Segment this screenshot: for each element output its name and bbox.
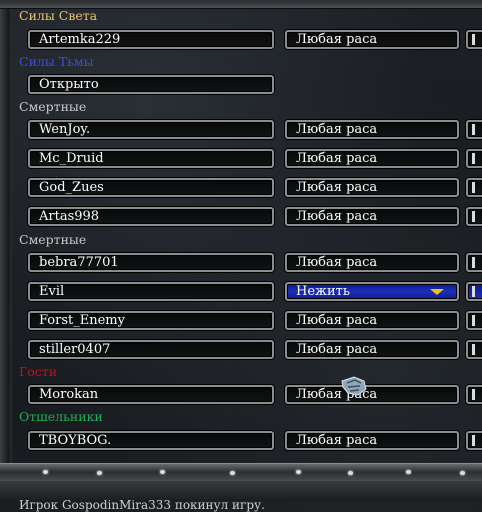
rivet-icon <box>160 470 165 474</box>
race-select-9[interactable]: Любая раса <box>285 311 459 330</box>
team-select-4[interactable] <box>466 149 482 168</box>
team-select-11[interactable] <box>466 385 482 404</box>
bottom-frame-rail <box>0 463 482 483</box>
team-select-3[interactable] <box>466 120 482 139</box>
group-label-mortals-2: Смертные <box>19 232 87 247</box>
race-select-1[interactable]: Любая раса <box>285 30 459 49</box>
player-slot-8[interactable]: Evil <box>28 282 274 301</box>
team-marker <box>472 286 475 297</box>
rivet-icon <box>230 471 235 475</box>
team-select-7[interactable] <box>466 253 482 272</box>
race-select-7[interactable]: Любая раса <box>285 253 459 272</box>
team-marker <box>472 153 475 164</box>
race-select-5[interactable]: Любая раса <box>285 178 459 197</box>
team-select-1[interactable] <box>466 30 482 49</box>
race-select-11[interactable]: Любая раса <box>285 385 459 404</box>
group-label-dark: Силы Тьмы <box>19 54 94 69</box>
rivet-icon <box>43 470 48 474</box>
team-marker <box>472 34 475 45</box>
team-marker <box>472 257 475 268</box>
player-slot-7[interactable]: bebra77701 <box>28 253 274 272</box>
player-slot-6[interactable]: Artas998 <box>28 207 274 226</box>
rivet-icon <box>460 471 465 475</box>
team-marker <box>472 124 475 135</box>
race-select-6[interactable]: Любая раса <box>285 207 459 226</box>
group-label-mortals-1: Смертные <box>19 99 87 114</box>
group-label-guests: Гости <box>19 364 58 379</box>
race-select-8-selected[interactable]: Нежить <box>285 282 459 301</box>
rivet-icon <box>296 470 301 474</box>
chevron-down-icon[interactable] <box>430 289 444 295</box>
chat-message: Игрок GospodinMira333 покинул игру. <box>19 498 265 512</box>
left-frame-border <box>0 0 12 470</box>
team-marker <box>472 211 475 222</box>
group-label-hermits: Отшельники <box>19 409 103 424</box>
player-slot-1[interactable]: Artemka229 <box>28 30 274 49</box>
team-marker <box>472 389 475 400</box>
team-marker <box>472 344 475 355</box>
race-select-10[interactable]: Любая раса <box>285 340 459 359</box>
team-select-6[interactable] <box>466 207 482 226</box>
race-select-3[interactable]: Любая раса <box>285 120 459 139</box>
player-slot-9[interactable]: Forst_Enemy <box>28 311 274 330</box>
gauntlet-cursor-icon <box>341 376 367 396</box>
race-select-12[interactable]: Любая раса <box>285 431 459 450</box>
player-slot-3[interactable]: WenJoy. <box>28 120 274 139</box>
rivet-icon <box>406 470 411 474</box>
team-select-9[interactable] <box>466 311 482 330</box>
rivet-icon <box>348 471 353 475</box>
player-slot-12[interactable]: TBOYBOG. <box>28 431 274 450</box>
team-marker <box>472 315 475 326</box>
team-marker <box>472 182 475 193</box>
team-select-10[interactable] <box>466 340 482 359</box>
team-select-8[interactable] <box>466 282 482 301</box>
player-slot-10[interactable]: stiller0407 <box>28 340 274 359</box>
player-slot-5[interactable]: God_Zues <box>28 178 274 197</box>
rivet-icon <box>97 471 102 475</box>
group-label-light: Силы Света <box>19 8 98 23</box>
player-slot-4[interactable]: Mc_Druid <box>28 149 274 168</box>
team-select-12[interactable] <box>466 431 482 450</box>
team-select-5[interactable] <box>466 178 482 197</box>
race-select-4[interactable]: Любая раса <box>285 149 459 168</box>
race-select-8-label: Нежить <box>296 284 350 299</box>
player-slot-11[interactable]: Morokan <box>28 385 274 404</box>
open-slot[interactable]: Открыто <box>28 75 274 94</box>
team-marker <box>472 435 475 446</box>
